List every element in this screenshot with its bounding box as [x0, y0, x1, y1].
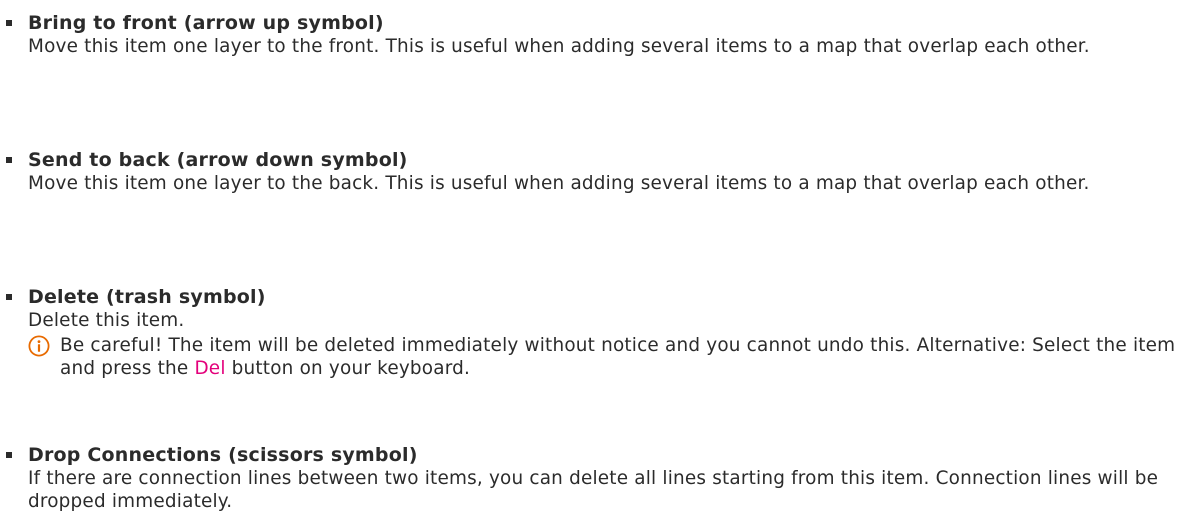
item-title: Drop Connections (scissors symbol): [28, 444, 418, 466]
bullet-marker: [6, 20, 12, 26]
item-description: Delete this item.: [28, 310, 185, 331]
bullet-marker: [6, 157, 12, 163]
item-title: Bring to front (arrow up symbol): [28, 12, 384, 34]
bullet-marker: [6, 452, 12, 458]
item-title: Delete (trash symbol): [28, 286, 266, 308]
list-item-bring-to-front: Bring to front (arrow up symbol) Move th…: [0, 12, 1203, 58]
bullet-marker: [6, 294, 12, 300]
info-icon: [28, 335, 50, 357]
list-item-delete: Delete (trash symbol) Delete this item. …: [0, 286, 1203, 380]
list-item-send-to-back: Send to back (arrow down symbol) Move th…: [0, 149, 1203, 195]
list-item-drop-connections: Drop Connections (scissors symbol) If th…: [0, 444, 1203, 513]
item-description: If there are connection lines between tw…: [28, 468, 1159, 512]
warning-note: Be careful! The item will be deleted imm…: [28, 334, 1203, 380]
item-title: Send to back (arrow down symbol): [28, 149, 408, 171]
del-key-label: Del: [194, 358, 226, 379]
item-description: Move this item one layer to the back. Th…: [28, 173, 1090, 194]
note-text-after: button on your keyboard.: [225, 358, 471, 379]
item-description: Move this item one layer to the front. T…: [28, 36, 1090, 57]
